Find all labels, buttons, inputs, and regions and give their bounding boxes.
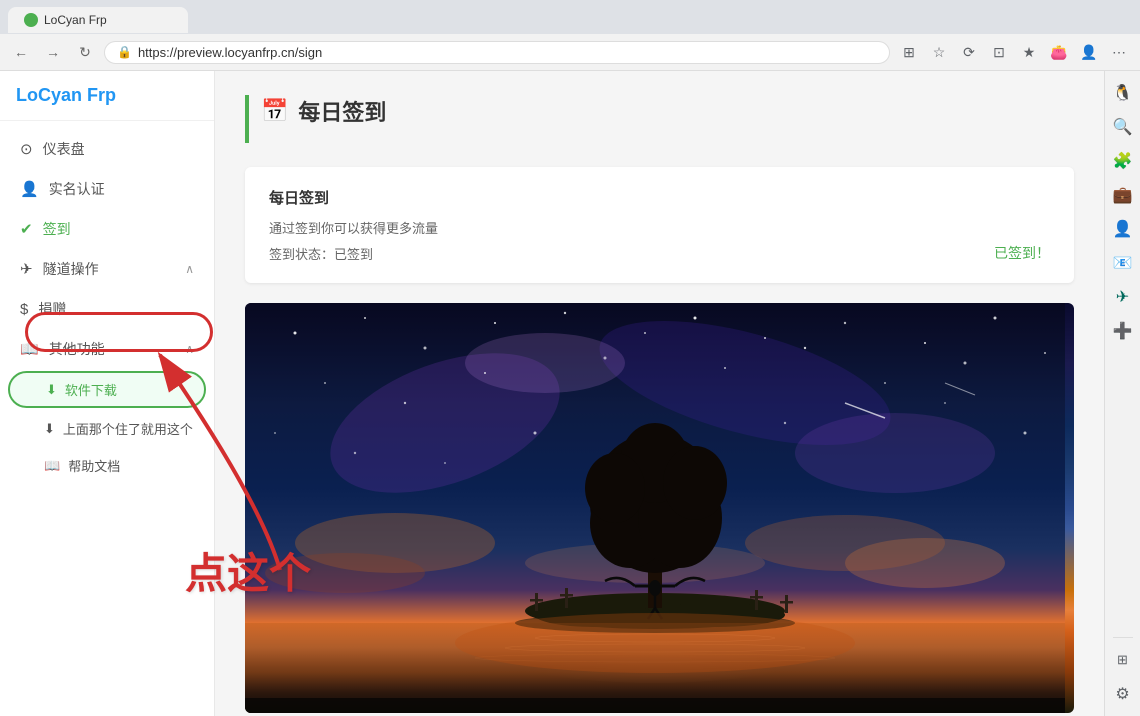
active-tab[interactable]: LoCyan Frp [8,7,188,33]
page-header: 📅 每日签到 [245,95,1074,143]
profile-button[interactable]: 👤 [1076,39,1102,65]
sidebar-item-realname[interactable]: 👤 实名认证 [0,169,214,209]
collections-extension-btn[interactable]: 🧩 [1109,147,1137,175]
toolbar-actions: ⊞ ☆ ⟳ ⊡ ★ 👛 👤 ⋯ [896,39,1132,65]
browser-chrome: LoCyan Frp ← → ↻ 🔒 https://preview.locya… [0,0,1140,71]
page-header-icon: 📅 [261,98,288,124]
sidebar-item-donate-label: 捐赠 [38,299,194,319]
refresh-button[interactable]: ↻ [72,39,98,65]
other-functions-icon: 📖 [20,340,39,358]
sidebar-item-dashboard-label: 仪表盘 [43,139,194,159]
add-extension-btn[interactable]: ➕ [1109,317,1137,345]
main-content: 📅 每日签到 每日签到 通过签到你可以获得更多流量 签到状态：已签到 已签到！ [215,71,1104,716]
page-title: 每日签到 [298,95,386,127]
tunnel-arrow-icon: ∧ [185,262,194,276]
sidebar-subitem-use-this[interactable]: ⬇ 上面那个住了就用这个 [0,410,214,447]
lock-icon: 🔒 [117,45,132,59]
sign-icon: ✔ [20,220,33,238]
sign-status-text: 签到状态：已签到 [269,244,373,263]
sidebar-item-sign-label: 签到 [43,219,194,239]
other-functions-submenu: ⬇ 软件下载 ⬇ 上面那个住了就用这个 📖 帮助文档 [0,371,214,484]
sidebar-item-tunnel-label: 隧道操作 [43,259,176,279]
profile-extension-btn[interactable]: 👤 [1109,215,1137,243]
content-inner: 📅 每日签到 每日签到 通过签到你可以获得更多流量 签到状态：已签到 已签到！ [215,71,1104,716]
url-text: https://preview.locyanfrp.cn/sign [138,45,877,60]
sidebar-item-donate[interactable]: $ 捐赠 [0,289,214,329]
sidebar-item-other-functions[interactable]: 📖 其他功能 ∧ [0,329,214,369]
use-this-icon: ⬇ [44,421,55,437]
forward-button[interactable]: → [40,39,66,65]
app-layout: LoCyan Frp ⊙ 仪表盘 👤 实名认证 ✔ 签到 ✈ 隧道操作 ∧ $ [0,71,1140,716]
tunnel-icon: ✈ [20,260,33,278]
software-download-icon: ⬇ [46,382,57,398]
qq-extension-btn[interactable]: 🐧 [1109,79,1137,107]
help-docs-label: 帮助文档 [68,456,120,475]
settings-extension-btn[interactable]: ⚙ [1109,680,1137,708]
address-bar[interactable]: 🔒 https://preview.locyanfrp.cn/sign [104,41,890,64]
sign-card-description: 通过签到你可以获得更多流量 [269,218,1050,237]
more-button[interactable]: ⋯ [1106,39,1132,65]
sidebar: LoCyan Frp ⊙ 仪表盘 👤 实名认证 ✔ 签到 ✈ 隧道操作 ∧ $ [0,71,215,716]
ext-divider [1113,637,1133,638]
search-extension-btn[interactable]: 🔍 [1109,113,1137,141]
realname-icon: 👤 [20,180,39,198]
dashboard-icon: ⊙ [20,140,33,158]
sidebar-item-tunnel[interactable]: ✈ 隧道操作 ∧ [0,249,214,289]
sign-status-row: 签到状态：已签到 已签到！ [269,243,1050,263]
browser-right-sidebar: 🐧 🔍 🧩 💼 👤 📧 ✈ ➕ ⊞ ⚙ [1104,71,1140,716]
other-functions-arrow-icon: ∧ [185,342,194,356]
sidebar-item-sign[interactable]: ✔ 签到 [0,209,214,249]
back-button[interactable]: ← [8,39,34,65]
translate-extension-btn[interactable]: ⊞ [1109,646,1137,674]
split-screen-button[interactable]: ⊡ [986,39,1012,65]
tab-collections-button[interactable]: ⟳ [956,39,982,65]
banner-image [245,303,1074,713]
browser-tab-bar: LoCyan Frp [0,0,1140,34]
sign-card-title: 每日签到 [269,187,1050,208]
help-docs-icon: 📖 [44,458,60,474]
reader-mode-button[interactable]: ⊞ [896,39,922,65]
favorites-button[interactable]: ★ [1016,39,1042,65]
sidebar-subitem-software-download[interactable]: ⬇ 软件下载 [8,371,206,408]
logo: LoCyan Frp [0,71,214,121]
sidebar-subitem-help-docs[interactable]: 📖 帮助文档 [0,447,214,484]
sidebar-item-realname-label: 实名认证 [49,179,194,199]
browser-toolbar: ← → ↻ 🔒 https://preview.locyanfrp.cn/sig… [0,34,1140,70]
sidebar-item-dashboard[interactable]: ⊙ 仪表盘 [0,129,214,169]
donate-icon: $ [20,301,28,318]
sign-card: 每日签到 通过签到你可以获得更多流量 签到状态：已签到 已签到！ [245,167,1074,283]
send-extension-btn[interactable]: ✈ [1109,283,1137,311]
sign-status-badge: 已签到！ [994,243,1050,263]
software-download-label: 软件下载 [65,380,117,399]
bookmark-button[interactable]: ☆ [926,39,952,65]
sidebar-item-other-label: 其他功能 [49,339,176,359]
tab-favicon [24,13,38,27]
wallet-extension-btn[interactable]: 💼 [1109,181,1137,209]
outlook-extension-btn[interactable]: 📧 [1109,249,1137,277]
browser-wallet-button[interactable]: 👛 [1046,39,1072,65]
sidebar-nav: ⊙ 仪表盘 👤 实名认证 ✔ 签到 ✈ 隧道操作 ∧ $ 捐赠 📖 [0,121,214,716]
tab-title: LoCyan Frp [44,13,107,27]
use-this-label: 上面那个住了就用这个 [63,419,193,438]
